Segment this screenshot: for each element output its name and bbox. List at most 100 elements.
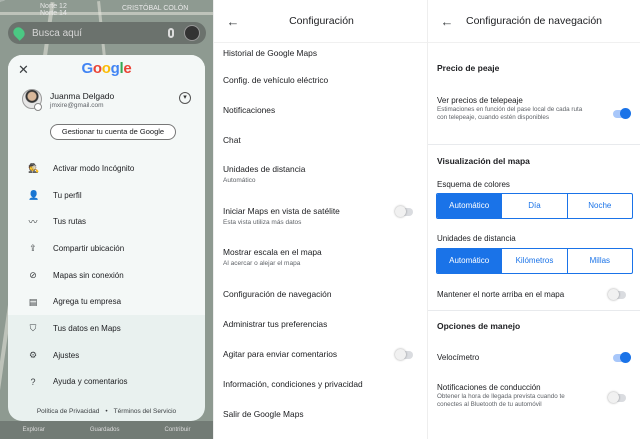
settings-item-label: Agitar para enviar comentarios bbox=[223, 349, 338, 359]
search-bar[interactable]: Busca aquí bbox=[8, 22, 206, 44]
nav-saved[interactable]: Guardados bbox=[90, 427, 120, 433]
settings-item[interactable]: Salir de Google Maps bbox=[214, 409, 427, 419]
card-footer: Política de Privacidad • Términos del Serv… bbox=[36, 408, 177, 415]
section-title: Visualización del mapa bbox=[437, 156, 530, 166]
settings-item[interactable]: Historial de Google Maps bbox=[214, 48, 427, 58]
menu-item-offline-maps[interactable]: ⊘ Mapas sin conexión bbox=[8, 262, 205, 289]
menu-item-timeline[interactable]: 〰 Tus rutas bbox=[8, 208, 205, 235]
menu-item-shield[interactable]: ⛉ Tus datos en Maps bbox=[8, 315, 205, 342]
settings-item-subtitle: Esta vista utiliza más datos bbox=[223, 219, 302, 226]
menu-item-help[interactable]: ? Ayuda y comentarios bbox=[8, 368, 205, 395]
nav-explore[interactable]: Explorar bbox=[22, 427, 44, 433]
settings-panel: ← Configuración Historial de Google Maps… bbox=[213, 0, 427, 439]
timeline-icon: 〰 bbox=[28, 216, 38, 227]
color-scheme-label: Esquema de colores bbox=[437, 180, 510, 189]
menu-item-business[interactable]: ▤ Agrega tu empresa bbox=[8, 288, 205, 315]
street-label: Norte 12 bbox=[40, 3, 67, 10]
menu-item-label: Tus datos en Maps bbox=[53, 323, 121, 333]
settings-item[interactable]: Información, condiciones y privacidad bbox=[214, 379, 427, 389]
units-option-auto[interactable]: Automático bbox=[437, 249, 502, 273]
settings-item[interactable]: Iniciar Maps en vista de satélite Esta vi… bbox=[214, 206, 427, 226]
bottom-nav: Explorar Guardados Contribuir bbox=[0, 421, 213, 439]
menu-item-label: Agrega tu empresa bbox=[53, 297, 122, 307]
driving-notifications-toggle[interactable] bbox=[608, 392, 626, 403]
color-scheme-selector: Automático Día Noche bbox=[436, 193, 633, 219]
speedometer-toggle[interactable] bbox=[613, 352, 631, 363]
distance-units-label: Unidades de distancia bbox=[437, 234, 516, 243]
settings-item-label: Configuración de navegación bbox=[223, 289, 332, 299]
section-title: Opciones de manejo bbox=[437, 321, 521, 331]
menu-item-gear[interactable]: ⚙ Ajustes bbox=[8, 342, 205, 369]
account-row[interactable]: Juanma Delgado jmxire@gmail.com ▾ bbox=[22, 89, 195, 119]
account-menu-lower-list: ⛉ Tus datos en Maps ⚙ Ajustes? Ayuda y comen… bbox=[8, 315, 205, 395]
settings-item[interactable]: Agitar para enviar comentarios bbox=[214, 349, 427, 360]
menu-item-share-location[interactable]: ⇪ Compartir ubicación bbox=[8, 235, 205, 262]
privacy-link[interactable]: Política de Privacidad bbox=[37, 408, 100, 415]
menu-item-label: Tu perfil bbox=[53, 190, 82, 200]
settings-item-label: Unidades de distancia bbox=[223, 164, 306, 174]
share-location-icon: ⇪ bbox=[29, 243, 37, 254]
toll-prices-toggle[interactable] bbox=[613, 108, 631, 119]
settings-item[interactable]: Notificaciones bbox=[214, 105, 427, 115]
terms-link[interactable]: Términos del Servicio bbox=[114, 408, 177, 415]
menu-item-label: Tus rutas bbox=[53, 217, 87, 227]
menu-item-incognito[interactable]: 🕵 Activar modo Incógnito bbox=[8, 155, 205, 182]
avatar[interactable] bbox=[184, 25, 200, 41]
chevron-down-icon[interactable]: ▾ bbox=[179, 92, 191, 104]
section-title: Precio de peaje bbox=[437, 63, 500, 73]
google-logo: Google bbox=[81, 60, 132, 77]
back-arrow-icon[interactable]: ← bbox=[214, 14, 252, 29]
settings-item[interactable]: Unidades de distancia Automático bbox=[214, 164, 427, 184]
account-menu-list: 🕵 Activar modo Incógnito 👤 Tu perfil 〰 Tus ru… bbox=[8, 155, 205, 316]
settings-item-label: Mostrar escala en el mapa bbox=[223, 247, 322, 257]
units-option-miles[interactable]: Millas bbox=[566, 249, 632, 273]
settings-header: ← Configuración bbox=[214, 0, 427, 43]
help-icon: ? bbox=[30, 376, 36, 387]
settings-item-toggle[interactable] bbox=[395, 206, 413, 217]
page-title: Configuración de navegación bbox=[466, 15, 603, 27]
account-card: ✕ Google Juanma Delgado jmxire@gmail.com… bbox=[8, 55, 205, 421]
settings-item-toggle[interactable] bbox=[395, 349, 413, 360]
settings-item-label: Iniciar Maps en vista de satélite bbox=[223, 206, 340, 216]
settings-item[interactable]: Config. de vehículo eléctrico bbox=[214, 75, 427, 85]
toll-prices-label[interactable]: Ver precios de telepeaje bbox=[437, 96, 523, 105]
speedometer-label[interactable]: Velocímetro bbox=[437, 353, 479, 362]
menu-item-label: Ayuda y comentarios bbox=[53, 377, 128, 387]
settings-item[interactable]: Configuración de navegación bbox=[214, 289, 427, 299]
driving-notifications-label[interactable]: Notificaciones de conducción bbox=[437, 383, 541, 392]
maps-pin-icon bbox=[11, 25, 27, 41]
menu-item-label: Ajustes bbox=[53, 350, 80, 360]
gear-icon: ⚙ bbox=[28, 350, 38, 361]
account-menu-panel: Norte 12 Norte 14 CRISTÓBAL COLÓN Busca … bbox=[0, 0, 213, 439]
nav-contribute[interactable]: Contribuir bbox=[164, 427, 190, 433]
color-option-day[interactable]: Día bbox=[501, 194, 566, 218]
street-label: CRISTÓBAL COLÓN bbox=[122, 5, 189, 12]
units-option-km[interactable]: Kilómetros bbox=[501, 249, 566, 273]
user-email: jmxire@gmail.com bbox=[50, 102, 104, 109]
settings-item-label: Chat bbox=[223, 135, 241, 145]
camera-icon[interactable] bbox=[34, 103, 42, 111]
user-name: Juanma Delgado bbox=[50, 91, 115, 101]
profile-icon: 👤 bbox=[28, 190, 40, 201]
manage-account-button[interactable]: Gestionar tu cuenta de Google bbox=[50, 124, 176, 140]
nav-settings-panel: ← Configuración de navegación Precio de … bbox=[427, 0, 640, 439]
settings-item[interactable]: Administrar tus preferencias bbox=[214, 319, 427, 329]
search-input[interactable]: Busca aquí bbox=[32, 28, 82, 39]
back-arrow-icon[interactable]: ← bbox=[428, 14, 466, 29]
north-up-label[interactable]: Mantener el norte arriba en el mapa bbox=[437, 290, 564, 299]
north-up-toggle[interactable] bbox=[608, 289, 626, 300]
mic-icon[interactable] bbox=[168, 28, 174, 38]
color-option-night[interactable]: Noche bbox=[566, 194, 632, 218]
account-header: ✕ Google Juanma Delgado jmxire@gmail.com… bbox=[8, 55, 205, 155]
color-option-auto[interactable]: Automático bbox=[437, 194, 502, 218]
nav-settings-header: ← Configuración de navegación bbox=[428, 0, 640, 43]
settings-item-label: Historial de Google Maps bbox=[223, 48, 318, 58]
settings-item[interactable]: Chat bbox=[214, 135, 427, 145]
street-label: Norte 14 bbox=[40, 10, 67, 17]
settings-item[interactable]: Mostrar escala en el mapa Al acercar o al… bbox=[214, 247, 427, 267]
toll-prices-desc: Estimaciones en función del pase local d… bbox=[437, 106, 583, 121]
menu-item-label: Mapas sin conexión bbox=[53, 270, 124, 280]
settings-item-label: Información, condiciones y privacidad bbox=[223, 379, 363, 389]
shield-icon: ⛉ bbox=[29, 323, 37, 334]
menu-item-profile[interactable]: 👤 Tu perfil bbox=[8, 182, 205, 209]
